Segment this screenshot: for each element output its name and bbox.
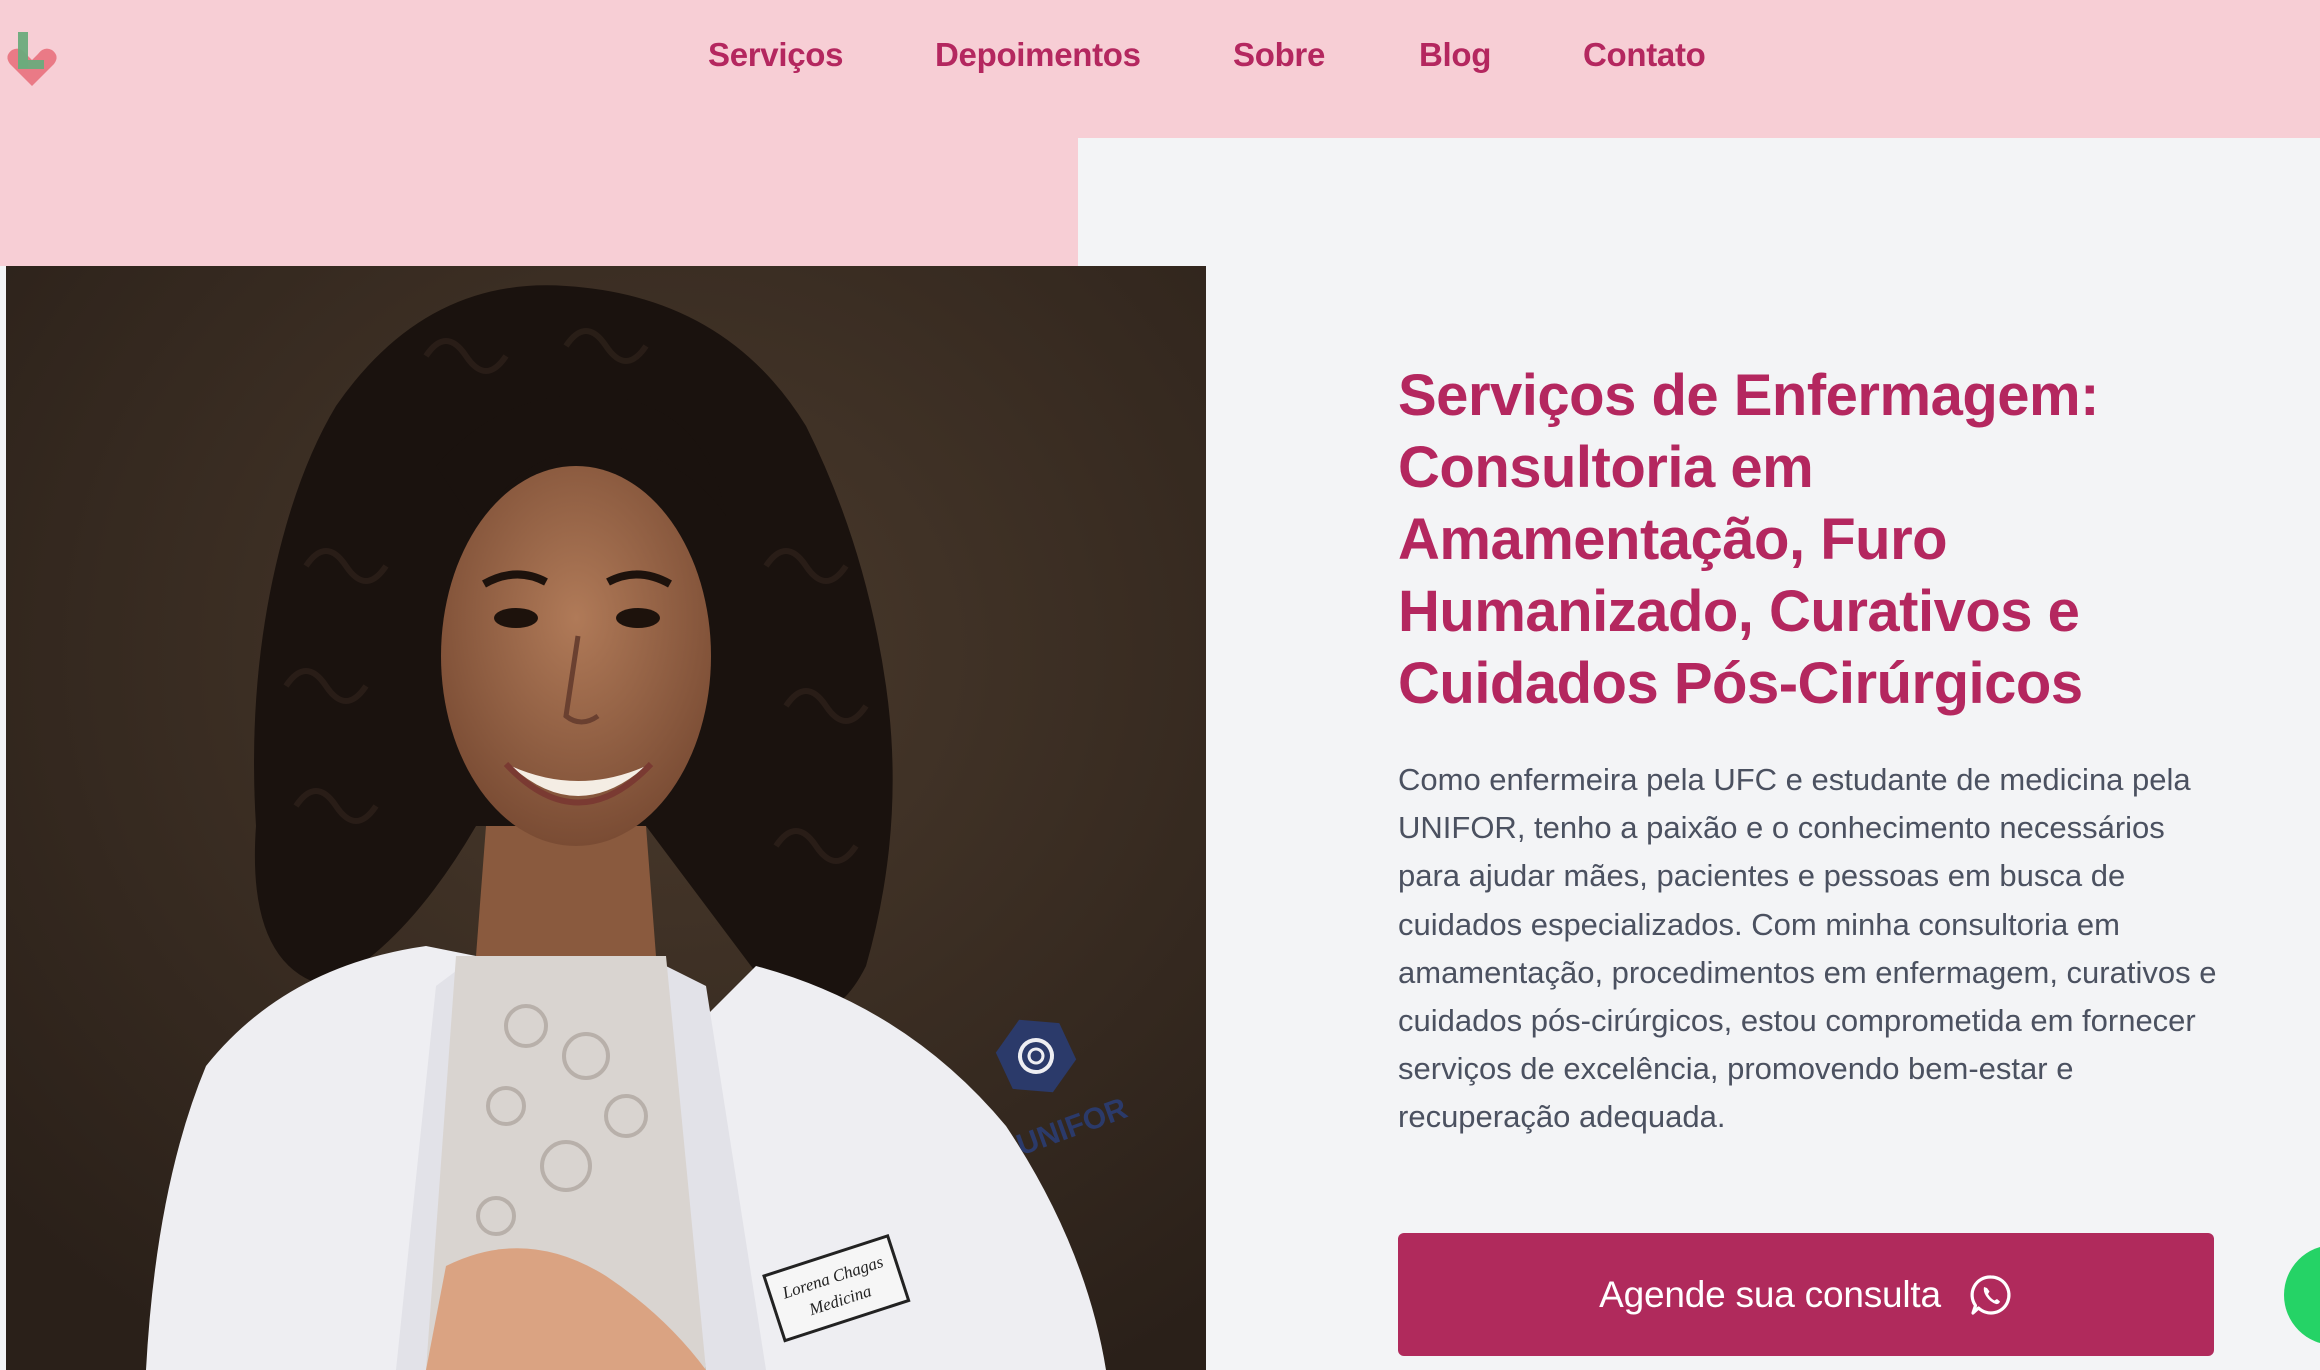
nav-item-contato[interactable]: Contato [1583, 36, 1706, 74]
hero-description: Como enfermeira pela UFC e estudante de … [1398, 762, 2217, 1135]
nav-item-depoimentos[interactable]: Depoimentos [935, 36, 1141, 74]
hero-content: Serviços de Enfermagem: Consultoria em A… [1398, 360, 2228, 1142]
whatsapp-float-button[interactable] [2284, 1245, 2320, 1345]
decorative-pink-block [0, 138, 1078, 266]
cta-label: Agende sua consulta [1599, 1273, 1941, 1315]
nav-item-sobre[interactable]: Sobre [1233, 36, 1325, 74]
page: Serviços Depoimentos Sobre Blog Contato [0, 0, 2320, 1370]
book-consultation-button[interactable]: Agende sua consulta [1398, 1233, 2214, 1356]
whatsapp-icon [1969, 1273, 2013, 1317]
nav-item-servicos[interactable]: Serviços [708, 36, 844, 74]
hero-headline: Serviços de Enfermagem: Consultoria em A… [1398, 363, 2099, 716]
nurse-portrait-photo: UNIFOR Lorena Chagas Medicina [6, 266, 1206, 1370]
main-nav: Serviços Depoimentos Sobre Blog Contato [0, 0, 2320, 118]
nav-item-blog[interactable]: Blog [1419, 36, 1491, 74]
